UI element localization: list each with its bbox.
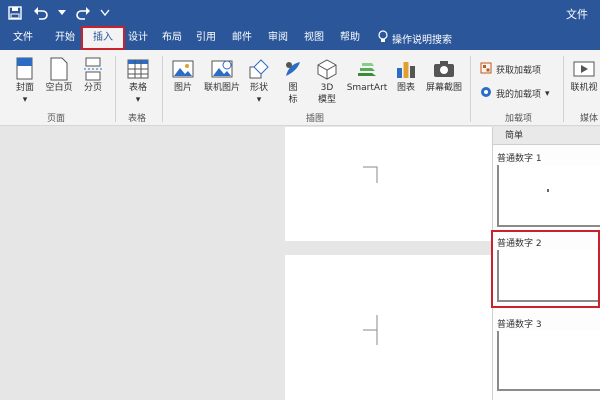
blank-page-button[interactable]: 空白页	[42, 56, 76, 94]
video-icon	[572, 56, 596, 82]
quick-access-toolbar	[6, 4, 110, 22]
gallery-item-plain-number-1[interactable]	[497, 165, 600, 227]
get-addins-label: 获取加载项	[496, 66, 542, 76]
page-break-icon	[81, 56, 105, 82]
tab-review[interactable]: 审阅	[266, 28, 290, 48]
chart-label: 图表	[396, 83, 415, 93]
3d-models-label-line2: 模型	[317, 95, 336, 105]
table-button[interactable]: 表格 ▾	[122, 56, 154, 106]
tab-file[interactable]: 文件	[10, 28, 36, 48]
undo-dropdown-icon[interactable]	[58, 4, 66, 22]
table-label: 表格	[128, 83, 147, 93]
lightbulb-icon	[378, 29, 388, 47]
picture-icon	[171, 56, 195, 82]
gallery-item-plain-number-3[interactable]	[497, 331, 600, 391]
cube-icon	[315, 56, 339, 82]
redo-icon[interactable]	[74, 4, 92, 22]
icons-label-line2: 标	[288, 95, 298, 105]
group-divider	[115, 56, 116, 122]
group-divider	[563, 56, 564, 122]
pages-group-label: 页面	[47, 114, 66, 124]
my-addins-icon	[480, 86, 492, 101]
shapes-icon	[247, 56, 271, 82]
ribbon-tabs: 文件 开始 插入 设计 布局 引用 邮件 审阅 视图 帮助 操作说明搜索	[0, 26, 600, 50]
group-divider	[470, 56, 471, 122]
smartart-label: SmartArt	[346, 83, 388, 93]
dropdown-arrow-icon: ▾	[22, 95, 28, 105]
tab-design[interactable]: 设计	[126, 28, 150, 48]
blank-page-icon	[47, 56, 71, 82]
screenshot-button[interactable]: 屏幕截图	[423, 56, 465, 94]
customize-icon[interactable]	[100, 4, 110, 22]
page-number-marker	[547, 189, 549, 192]
undo-icon[interactable]	[32, 4, 50, 22]
group-divider	[162, 56, 163, 122]
camera-icon	[432, 56, 456, 82]
tell-me-label: 操作说明搜索	[392, 34, 452, 46]
chart-icon	[394, 56, 418, 82]
online-video-label: 联机视	[570, 83, 598, 93]
pictures-button[interactable]: 图片	[168, 56, 198, 94]
gallery-item-label: 普通数字 1	[497, 154, 542, 164]
dropdown-arrow-icon: ▾	[256, 95, 262, 105]
addins-group-label: 加载项	[505, 114, 533, 124]
table-icon	[126, 56, 150, 82]
store-icon	[480, 62, 492, 77]
online-video-button[interactable]: 联机视	[568, 56, 600, 94]
tab-layout[interactable]: 布局	[160, 28, 184, 48]
icons-icon	[281, 56, 305, 82]
save-icon[interactable]	[6, 4, 24, 22]
ribbon-insert: 封面 ▾ 空白页 分页 页面 表格 ▾ 表格 图片 联机图片 形状 ▾ 图 标 …	[0, 50, 600, 126]
online-pictures-label: 联机图片	[203, 83, 240, 93]
margin-corner-mark	[363, 315, 378, 345]
tab-insert[interactable]: 插入	[81, 26, 125, 50]
chart-button[interactable]: 图表	[393, 56, 419, 94]
cover-page-button[interactable]: 封面 ▾	[8, 56, 42, 106]
icons-label-line1: 图	[288, 83, 298, 93]
media-group-label: 媒体	[580, 114, 599, 124]
dropdown-arrow-icon: ▾	[135, 95, 141, 105]
cover-page-icon	[13, 56, 37, 82]
screenshot-label: 屏幕截图	[425, 83, 462, 93]
pictures-label: 图片	[173, 83, 192, 93]
file-name-label: 文件	[566, 8, 588, 21]
cover-page-label: 封面	[15, 83, 34, 93]
smartart-button[interactable]: SmartArt	[344, 56, 390, 94]
3d-models-button[interactable]: 3D 模型	[312, 56, 342, 106]
online-picture-icon	[210, 56, 234, 82]
document-area[interactable]	[0, 127, 492, 400]
document-page[interactable]	[285, 255, 492, 400]
smartart-icon	[355, 56, 379, 82]
page-break-label: 分页	[83, 83, 102, 93]
3d-models-label-line1: 3D	[320, 83, 334, 93]
shapes-label: 形状	[249, 83, 268, 93]
get-addins-button[interactable]: 获取加载项	[480, 62, 541, 77]
selected-gallery-item-highlight	[491, 230, 600, 308]
gallery-header: 简单	[493, 127, 600, 145]
tables-group-label: 表格	[128, 114, 147, 124]
page-break-button[interactable]: 分页	[78, 56, 108, 94]
my-addins-label: 我的加载项	[496, 90, 542, 100]
tab-home[interactable]: 开始	[52, 28, 78, 48]
icons-button[interactable]: 图 标	[280, 56, 306, 106]
document-page[interactable]	[285, 127, 492, 241]
online-pictures-button[interactable]: 联机图片	[200, 56, 244, 94]
gallery-item-label: 普通数字 3	[497, 320, 542, 330]
title-bar: 文件	[0, 0, 600, 26]
margin-corner-mark	[363, 166, 378, 183]
dropdown-arrow-icon[interactable]: ▾	[545, 89, 550, 99]
tab-mailings[interactable]: 邮件	[230, 28, 254, 48]
shapes-button[interactable]: 形状 ▾	[244, 56, 274, 106]
tell-me-search[interactable]: 操作说明搜索	[378, 28, 452, 48]
illustrations-group-label: 插图	[306, 114, 325, 124]
tab-references[interactable]: 引用	[194, 28, 218, 48]
tab-help[interactable]: 帮助	[338, 28, 362, 48]
blank-page-label: 空白页	[45, 83, 73, 93]
my-addins-button[interactable]: 我的加载项 ▾	[480, 86, 550, 101]
tab-view[interactable]: 视图	[302, 28, 326, 48]
